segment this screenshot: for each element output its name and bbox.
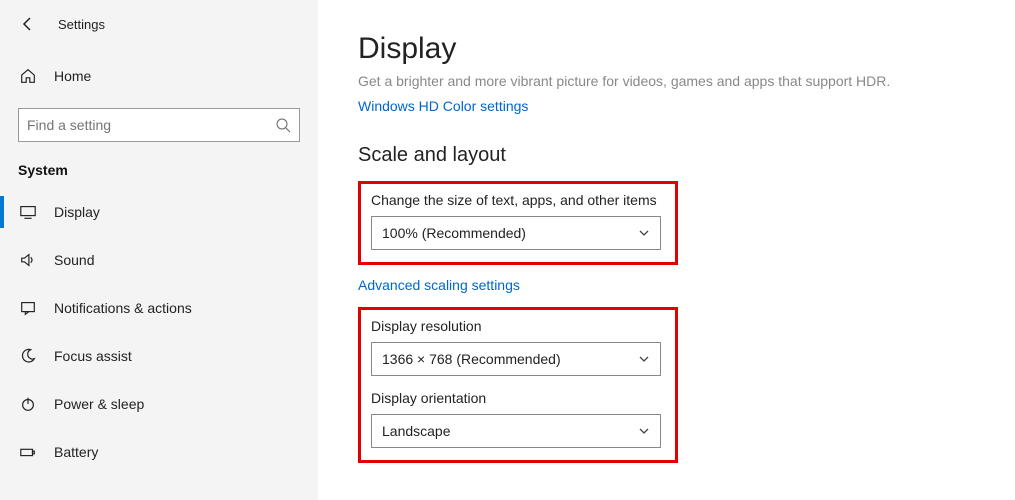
advanced-scaling-link[interactable]: Advanced scaling settings bbox=[358, 277, 520, 293]
orientation-dropdown[interactable]: Landscape bbox=[371, 414, 661, 448]
scale-dropdown-value: 100% (Recommended) bbox=[382, 225, 526, 241]
sidebar-item-label: Power & sleep bbox=[54, 396, 144, 412]
sidebar-item-sound[interactable]: Sound bbox=[0, 236, 318, 284]
resolution-label: Display resolution bbox=[371, 318, 665, 334]
sidebar: Settings Home System Display Sound Notif… bbox=[0, 0, 318, 500]
hdr-subtext: Get a brighter and more vibrant picture … bbox=[358, 72, 975, 90]
resolution-dropdown-value: 1366 × 768 (Recommended) bbox=[382, 351, 561, 367]
chevron-down-icon bbox=[638, 353, 650, 365]
scale-highlight-box: Change the size of text, apps, and other… bbox=[358, 181, 678, 265]
sidebar-item-power-sleep[interactable]: Power & sleep bbox=[0, 380, 318, 428]
scale-layout-heading: Scale and layout bbox=[358, 144, 975, 167]
resolution-highlight-box: Display resolution 1366 × 768 (Recommend… bbox=[358, 307, 678, 463]
hd-color-link[interactable]: Windows HD Color settings bbox=[358, 98, 528, 114]
search-icon bbox=[275, 117, 291, 133]
orientation-label: Display orientation bbox=[371, 390, 665, 406]
sidebar-item-notifications[interactable]: Notifications & actions bbox=[0, 284, 318, 332]
nav-home-label: Home bbox=[54, 68, 91, 84]
search-input[interactable] bbox=[27, 117, 275, 133]
sidebar-item-display[interactable]: Display bbox=[0, 188, 318, 236]
chevron-down-icon bbox=[638, 425, 650, 437]
sidebar-item-focus-assist[interactable]: Focus assist bbox=[0, 332, 318, 380]
sidebar-section-label: System bbox=[0, 142, 318, 188]
scale-field-label: Change the size of text, apps, and other… bbox=[371, 192, 665, 208]
app-title: Settings bbox=[58, 17, 105, 32]
home-icon bbox=[18, 67, 38, 85]
nav-home[interactable]: Home bbox=[0, 52, 318, 100]
main-content: Display Get a brighter and more vibrant … bbox=[318, 0, 1015, 500]
orientation-dropdown-value: Landscape bbox=[382, 423, 451, 439]
back-button[interactable] bbox=[18, 14, 38, 34]
sidebar-item-battery[interactable]: Battery bbox=[0, 428, 318, 476]
sidebar-item-label: Battery bbox=[54, 444, 98, 460]
sidebar-item-label: Display bbox=[54, 204, 100, 220]
battery-icon bbox=[18, 443, 38, 461]
monitor-icon bbox=[18, 203, 38, 221]
moon-icon bbox=[18, 347, 38, 365]
sidebar-item-label: Sound bbox=[54, 252, 94, 268]
back-arrow-icon bbox=[20, 16, 36, 32]
speaker-icon bbox=[18, 251, 38, 269]
chat-icon bbox=[18, 299, 38, 317]
scale-dropdown[interactable]: 100% (Recommended) bbox=[371, 216, 661, 250]
header-row: Settings bbox=[0, 0, 318, 38]
power-icon bbox=[18, 395, 38, 413]
chevron-down-icon bbox=[638, 227, 650, 239]
sidebar-item-label: Focus assist bbox=[54, 348, 132, 364]
sidebar-item-label: Notifications & actions bbox=[54, 300, 192, 316]
resolution-dropdown[interactable]: 1366 × 768 (Recommended) bbox=[371, 342, 661, 376]
page-title: Display bbox=[358, 32, 975, 66]
search-box[interactable] bbox=[18, 108, 300, 142]
